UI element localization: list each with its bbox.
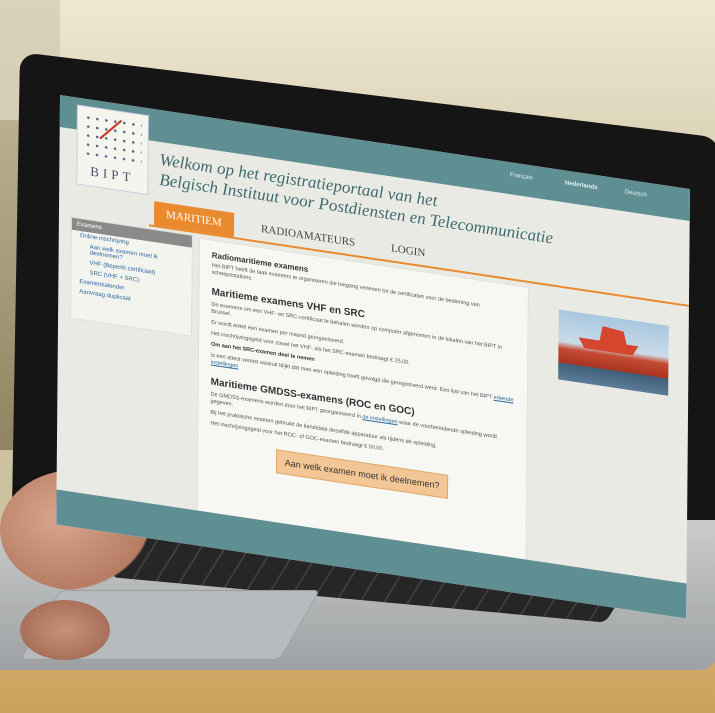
lang-de-link[interactable]: Deutsch <box>625 189 647 198</box>
ship-image <box>578 322 638 356</box>
lang-nl-link[interactable]: Nederlands <box>565 180 598 191</box>
bipt-logo[interactable]: BIPT <box>77 105 148 195</box>
ship-photo <box>558 309 669 396</box>
de-instellingen-link[interactable]: de instellingen <box>362 414 397 425</box>
sidebar: Examens Online-inschrijving Aan welk exa… <box>70 216 193 337</box>
lang-fr-link[interactable]: Français <box>510 172 533 181</box>
hand-fingers <box>20 600 110 660</box>
logo-dots <box>83 112 142 170</box>
